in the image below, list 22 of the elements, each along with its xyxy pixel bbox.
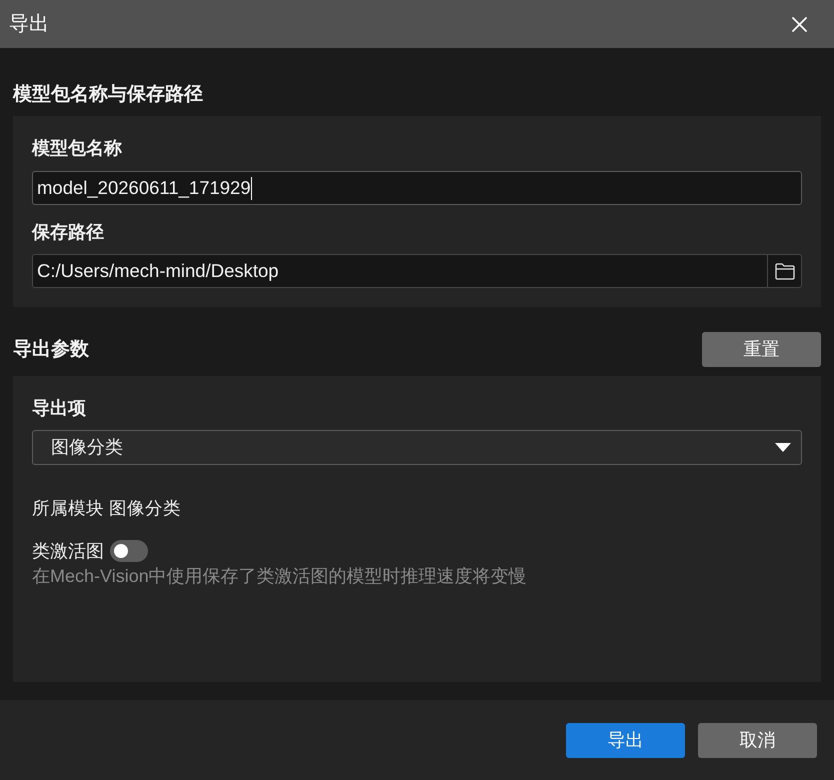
name-input[interactable]: model_20260611_171929	[32, 171, 802, 205]
text-caret	[250, 176, 252, 200]
section-heading: 模型包名称与保存路径	[13, 83, 203, 107]
close-icon	[792, 16, 806, 32]
class-activation-map-toggle[interactable]	[110, 540, 148, 562]
field-label: 保存路径	[32, 221, 104, 243]
section-heading: 导出参数	[13, 338, 89, 362]
path-input[interactable]: C:/Users/mech-mind/Desktop	[32, 254, 802, 288]
hint-text: 在Mech-Vision中使用保存了类激活图的模型时推理速度将变慢	[32, 565, 527, 587]
export-button[interactable]: 导出	[566, 723, 685, 758]
cancel-button[interactable]: 取消	[698, 723, 817, 758]
reset-button[interactable]: 重置	[702, 332, 821, 367]
module-label: 所属模块	[32, 497, 104, 519]
close-button[interactable]	[790, 15, 808, 33]
module-value: 图像分类	[109, 497, 181, 519]
field-label: 导出项	[32, 397, 86, 419]
folder-icon	[774, 262, 794, 280]
dropdown-caret-icon	[775, 443, 791, 452]
export-item-dropdown[interactable]: 图像分类	[32, 430, 802, 465]
toggle-label: 类激活图	[32, 540, 104, 562]
field-label: 模型包名称	[32, 137, 122, 159]
window-title: 导出	[9, 12, 49, 37]
